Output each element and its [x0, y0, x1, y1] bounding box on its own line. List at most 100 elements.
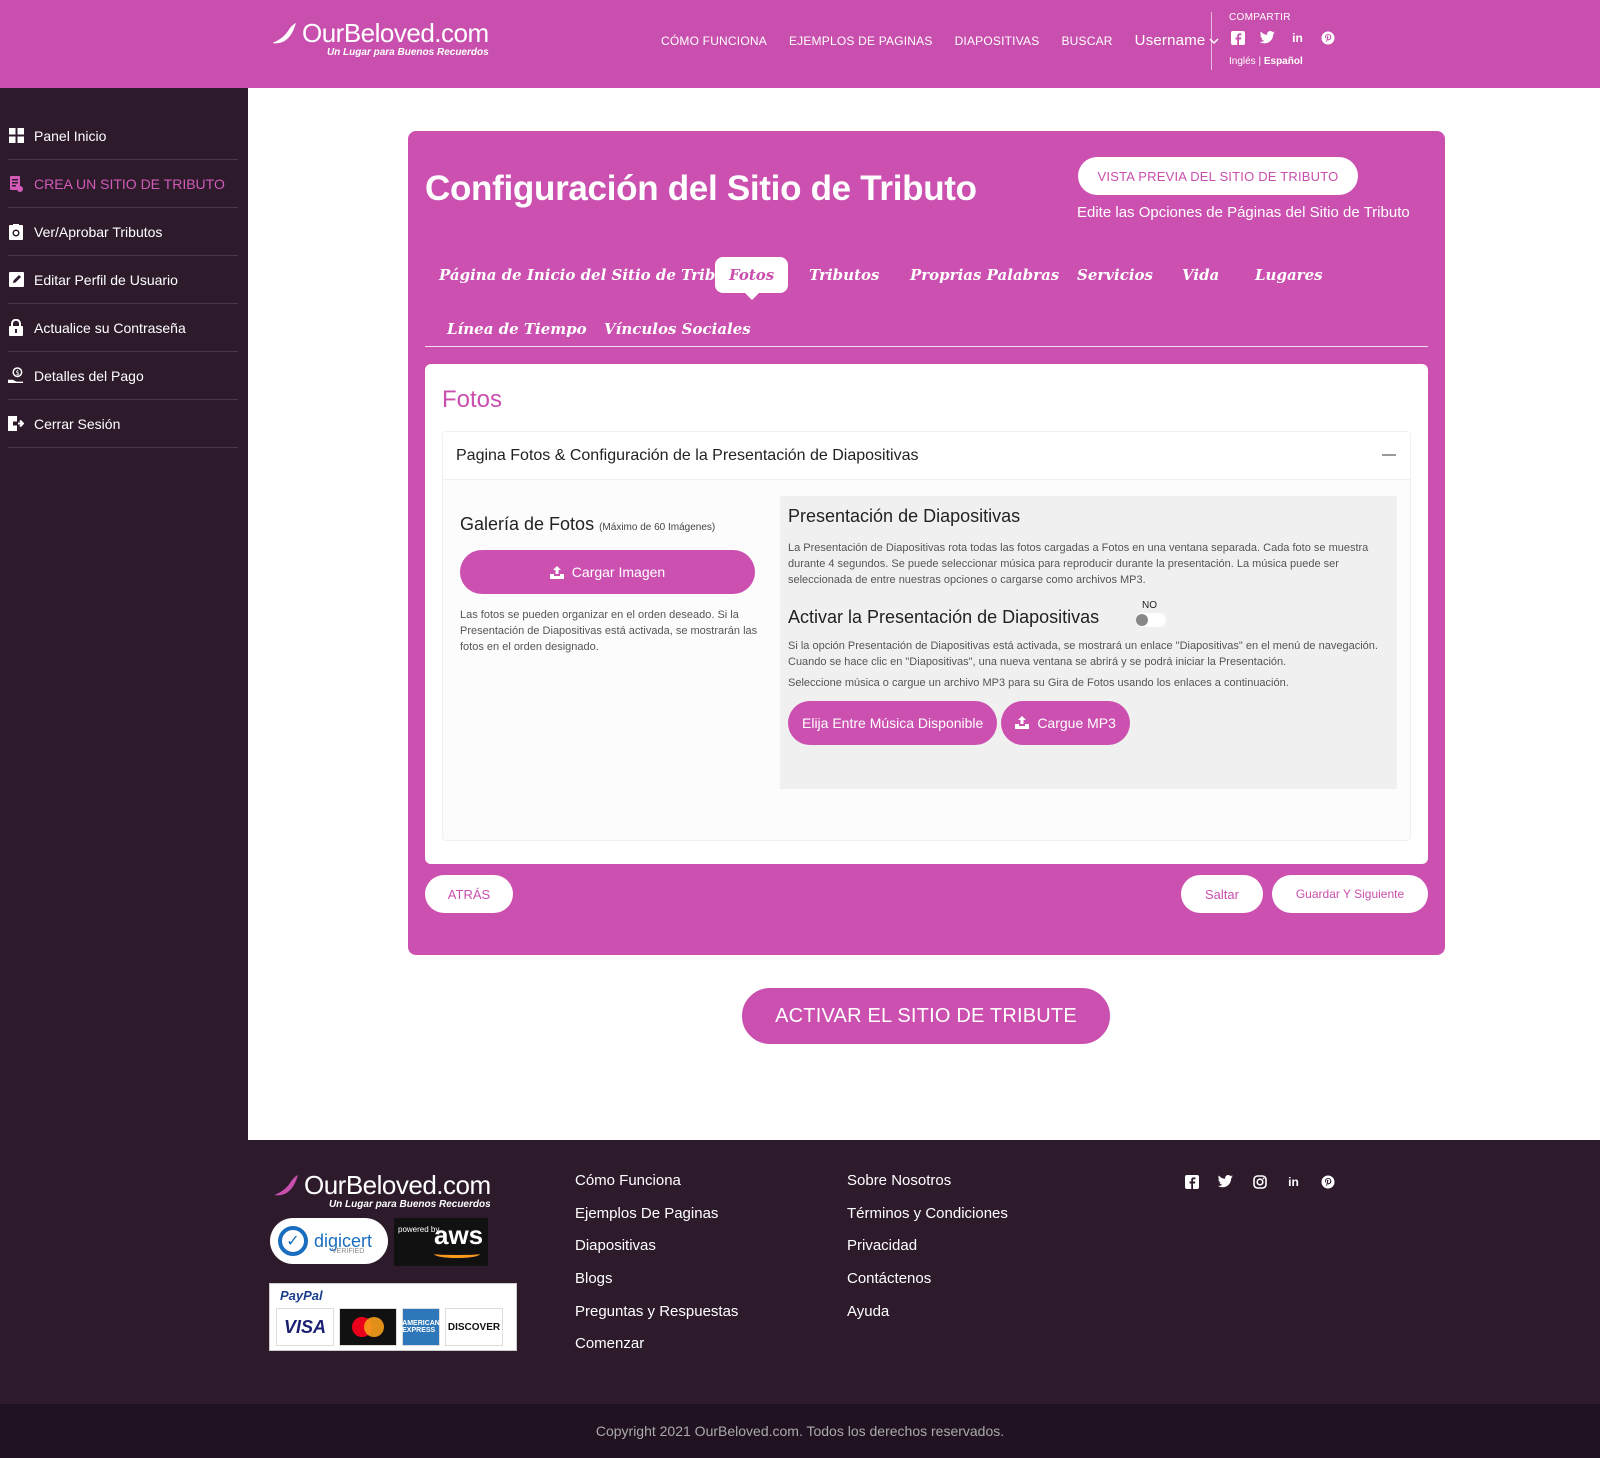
share-block: COMPARTIR in Inglés | Español [1229, 12, 1336, 67]
upload-image-label: Cargar Imagen [571, 564, 666, 580]
tab-lugares[interactable]: Lugares [1255, 266, 1323, 284]
slideshow-toggle[interactable] [1136, 612, 1166, 627]
tab-linea-tiempo[interactable]: Línea de Tiempo [447, 320, 587, 338]
footer-link-blogs[interactable]: Blogs [575, 1270, 738, 1303]
footer-social: in [1183, 1173, 1336, 1190]
digicert-badge[interactable]: ✓ digicert VERIFIED [270, 1218, 388, 1264]
footer-link-ayuda[interactable]: Ayuda [847, 1303, 1008, 1336]
footer-link-diapositivas[interactable]: Diapositivas [575, 1237, 738, 1270]
main-nav: CÓMO FUNCIONA EJEMPLOS DE PAGINAS DIAPOS… [661, 32, 1219, 49]
footer-link-privacidad[interactable]: Privacidad [847, 1237, 1008, 1270]
lang-espanol-link[interactable]: Español [1264, 56, 1303, 67]
copyright: Copyright 2021 OurBeloved.com. Todos los… [0, 1404, 1600, 1458]
approve-icon [8, 223, 24, 240]
tab-fotos[interactable]: Fotos [715, 257, 789, 300]
aws-smile-icon [434, 1250, 480, 1258]
pinterest-icon[interactable] [1319, 29, 1336, 46]
photo-gallery-section: Galería de Fotos (Máximo de 60 Imágenes)… [460, 514, 760, 656]
lang-ingles-link[interactable]: Inglés [1229, 56, 1256, 67]
footer-link-terminos[interactable]: Términos y Condiciones [847, 1205, 1008, 1238]
share-title: COMPARTIR [1229, 12, 1291, 23]
nav-ejemplos[interactable]: EJEMPLOS DE PAGINAS [789, 34, 933, 48]
linkedin-icon[interactable]: in [1285, 1173, 1302, 1190]
page-title: Configuración del Sitio de Tributo [425, 169, 977, 208]
footer-link-preguntas[interactable]: Preguntas y Respuestas [575, 1303, 738, 1336]
nav-como-funciona[interactable]: CÓMO FUNCIONA [661, 34, 767, 48]
sidebar-item-cerrar-sesion[interactable]: Cerrar Sesión [8, 400, 238, 448]
leaf-logo-icon [271, 22, 296, 43]
sidebar-item-label: Detalles del Pago [34, 367, 144, 384]
facebook-icon[interactable] [1183, 1173, 1200, 1190]
tab-pagina-inicio[interactable]: Página de Inicio del Sitio de Tributo [439, 266, 743, 284]
footer: OurBeloved.com Un Lugar para Buenos Recu… [0, 1140, 1600, 1404]
save-next-button[interactable]: Guardar Y Siguiente [1272, 875, 1428, 913]
upload-mp3-label: Cargue MP3 [1037, 714, 1116, 731]
amex-logo: AMERICAN EXPRESS [402, 1308, 440, 1346]
lang-separator: | [1255, 56, 1264, 67]
panel-title: Fotos [442, 386, 503, 413]
gallery-note: Las fotos se pueden organizar en el orde… [460, 609, 758, 653]
fotos-panel: Fotos Pagina Fotos & Configuración de la… [425, 364, 1428, 864]
payment-icon: $ [8, 367, 24, 384]
footer-link-contactenos[interactable]: Contáctenos [847, 1270, 1008, 1303]
footer-link-sobre-nosotros[interactable]: Sobre Nosotros [847, 1172, 1008, 1205]
sidebar-item-editar-perfil[interactable]: Editar Perfil de Usuario [8, 256, 238, 304]
footer-col-2: Sobre Nosotros Términos y Condiciones Pr… [847, 1172, 1008, 1335]
activate-note: Si la opción Presentación de Diapositiva… [788, 639, 1378, 668]
pinterest-icon[interactable] [1319, 1173, 1336, 1190]
twitter-icon[interactable] [1259, 29, 1276, 46]
twitter-icon[interactable] [1217, 1173, 1234, 1190]
sidebar-item-panel-inicio[interactable]: Panel Inicio [8, 112, 238, 160]
footer-col-1: Cómo Funciona Ejemplos De Paginas Diapos… [575, 1172, 738, 1368]
tab-servicios[interactable]: Servicios [1077, 266, 1153, 284]
tab-vida[interactable]: Vida [1182, 266, 1219, 284]
paypal-logo: PayPal [280, 1288, 323, 1303]
nav-diapositivas[interactable]: DIAPOSITIVAS [955, 34, 1040, 48]
nav-buscar[interactable]: BUSCAR [1061, 34, 1112, 48]
accordion-header[interactable]: Pagina Fotos & Configuración de la Prese… [443, 432, 1410, 480]
sidebar-item-pago[interactable]: $ Detalles del Pago [8, 352, 238, 400]
skip-button[interactable]: Saltar [1181, 875, 1263, 913]
edit-icon [8, 272, 24, 288]
gallery-title: Galería de Fotos (Máximo de 60 Imágenes) [460, 514, 760, 535]
upload-image-button[interactable]: Cargar Imagen [460, 550, 755, 594]
site-logo[interactable]: OurBeloved.com Un Lugar para Buenos Recu… [270, 18, 489, 58]
sidebar-item-label: Editar Perfil de Usuario [34, 271, 178, 288]
footer-logo-name: OurBeloved.com [304, 1170, 491, 1200]
activate-slideshow-label: Activar la Presentación de Diapositivas [788, 606, 1100, 627]
slideshow-toggle-wrap: NO [1136, 600, 1166, 627]
sidebar-item-label: Cerrar Sesión [34, 415, 121, 432]
top-header: OurBeloved.com Un Lugar para Buenos Recu… [0, 0, 1600, 88]
footer-link-comenzar[interactable]: Comenzar [575, 1335, 738, 1368]
tab-tributos[interactable]: Tributos [809, 266, 879, 284]
collapse-icon[interactable] [1382, 454, 1396, 456]
footer-logo[interactable]: OurBeloved.com Un Lugar para Buenos Recu… [272, 1170, 491, 1210]
sidebar-item-label: Actualice su Contraseña [34, 319, 186, 336]
payment-methods-badge: PayPal VISA AMERICAN EXPRESS DISCOVER [269, 1283, 517, 1351]
visa-logo: VISA [276, 1308, 334, 1346]
sidebar-item-contrasena[interactable]: Actualice su Contraseña [8, 304, 238, 352]
activate-site-button[interactable]: ACTIVAR EL SITIO DE TRIBUTE [742, 988, 1110, 1044]
upload-mp3-button[interactable]: Cargue MP3 [1001, 700, 1130, 745]
username-label: Username [1134, 32, 1206, 49]
upload-icon [1015, 716, 1030, 730]
choose-music-button[interactable]: Elija Entre Música Disponible [788, 700, 998, 745]
sidebar-item-ver-aprobar[interactable]: Ver/Aprobar Tributos [8, 208, 238, 256]
instagram-icon[interactable] [1251, 1173, 1268, 1190]
sidebar-item-label: CREA UN SITIO DE TRIBUTO [34, 175, 225, 192]
username-menu[interactable]: Username [1135, 32, 1220, 49]
music-note: Seleccione música o cargue un archivo MP… [788, 676, 1289, 689]
tab-vinculos-sociales[interactable]: Vínculos Sociales [604, 320, 751, 338]
sidebar-item-crea-sitio[interactable]: CREA UN SITIO DE TRIBUTO [8, 160, 238, 208]
check-icon: ✓ [278, 1226, 308, 1256]
slideshow-activate-row: Activar la Presentación de Diapositivas … [788, 600, 1389, 631]
language-switch: Inglés | Español [1229, 56, 1336, 67]
footer-link-ejemplos[interactable]: Ejemplos De Paginas [575, 1205, 738, 1238]
facebook-icon[interactable] [1229, 29, 1246, 46]
back-button[interactable]: ATRÁS [425, 875, 513, 913]
footer-link-como-funciona[interactable]: Cómo Funciona [575, 1172, 738, 1205]
linkedin-icon[interactable]: in [1289, 29, 1306, 46]
preview-site-button[interactable]: VISTA PREVIA DEL SITIO DE TRIBUTO [1078, 157, 1358, 195]
tab-proprias-palabras[interactable]: Proprias Palabras [910, 266, 1059, 284]
lock-icon [8, 319, 24, 336]
